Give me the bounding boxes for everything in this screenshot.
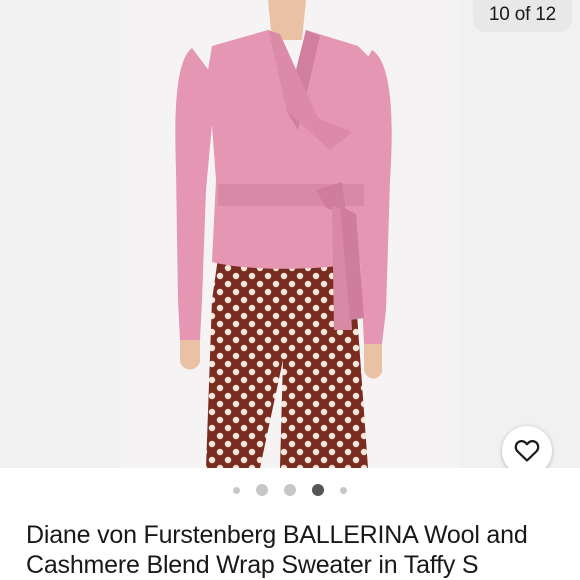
- product-image: [175, 0, 392, 468]
- carousel-dot[interactable]: [340, 486, 347, 494]
- carousel-dot-active[interactable]: [312, 484, 324, 496]
- carousel-dot[interactable]: [284, 484, 296, 496]
- image-gallery[interactable]: 10 of 12: [0, 0, 580, 468]
- listing-page: 10 of 12 Diane von Furstenberg BALLERINA…: [0, 0, 580, 580]
- carousel-pagination: [0, 481, 580, 499]
- product-photo[interactable]: [120, 0, 460, 468]
- add-to-watchlist-button[interactable]: [502, 426, 552, 468]
- carousel-dot[interactable]: [233, 486, 240, 494]
- image-counter: 10 of 12: [472, 0, 572, 32]
- heart-outline-icon: [514, 440, 540, 462]
- product-title: Diane von Furstenberg BALLERINA Wool and…: [26, 521, 528, 579]
- carousel-dot[interactable]: [256, 484, 268, 496]
